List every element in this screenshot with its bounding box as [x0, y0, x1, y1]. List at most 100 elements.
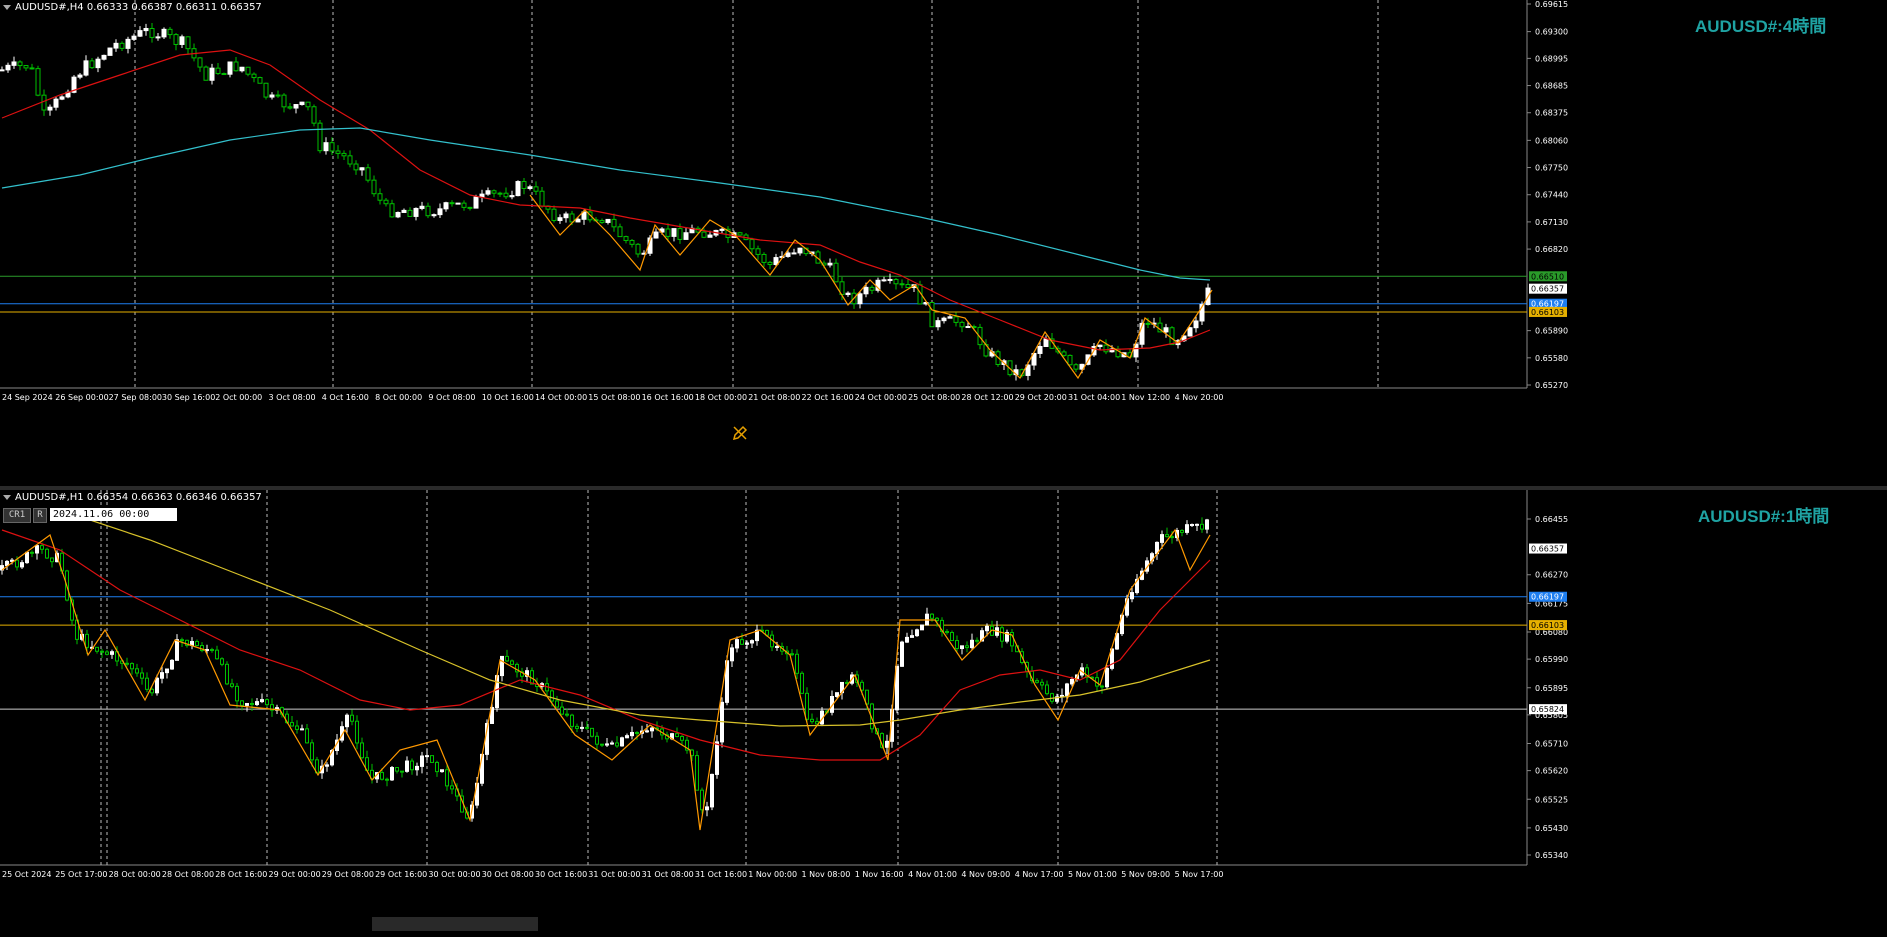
- candle-body: [665, 228, 671, 237]
- time-tick-label: 30 Oct 16:00: [535, 870, 587, 879]
- candle-body: [445, 769, 449, 787]
- price-tick-label: 0.68995: [1535, 54, 1568, 63]
- candle-body: [970, 639, 974, 649]
- candle-body: [323, 142, 329, 152]
- candle-body: [257, 77, 263, 84]
- candle-body: [915, 629, 919, 637]
- time-tick-label: 26 Sep 00:00: [55, 393, 108, 402]
- candle-body: [653, 231, 659, 239]
- h1-chart-panel[interactable]: 0.66455 0.66270 0.66175 0.66080 0.65990 0.658…: [0, 490, 1887, 937]
- candle-body: [431, 214, 437, 217]
- candle-body: [263, 82, 269, 98]
- candle-body: [635, 731, 639, 734]
- time-tick-label: 1 Nov 08:00: [802, 870, 851, 879]
- candle-body: [635, 243, 641, 255]
- candle-body: [730, 647, 734, 662]
- candle-body: [675, 733, 679, 737]
- price-tick-label: 0.65895: [1535, 684, 1568, 693]
- candle-body: [143, 27, 149, 32]
- candle-body: [135, 668, 139, 674]
- dropdown-triangle-icon[interactable]: [3, 4, 11, 10]
- candle-body: [785, 252, 791, 257]
- candle-body: [95, 646, 99, 652]
- candle-body: [225, 663, 229, 685]
- candle-body: [167, 28, 173, 36]
- candle-body: [707, 234, 713, 238]
- blue-level-box-text: 0.66197: [1531, 593, 1564, 602]
- candle-body: [359, 167, 365, 171]
- candle-body: [209, 67, 215, 81]
- time-tick-label: 25 Oct 17:00: [55, 870, 107, 879]
- candle-body: [221, 73, 227, 76]
- dropdown-triangle-icon[interactable]: [3, 494, 11, 500]
- candle-body: [1163, 327, 1169, 333]
- candle-body: [380, 772, 384, 780]
- h4-chart-panel[interactable]: 0.69615 0.69300 0.68995 0.68685 0.68375 0.680…: [0, 0, 1887, 488]
- candle-body: [293, 104, 299, 109]
- candle-body: [145, 677, 149, 690]
- candle-body: [371, 179, 377, 195]
- h1-chart-canvas[interactable]: 0.664550.662700.661750.660800.659900.658…: [0, 490, 1887, 937]
- time-tick-label: 5 Nov 09:00: [1121, 870, 1170, 879]
- candle-body: [835, 692, 839, 698]
- date-field[interactable]: 2024.11.06 00:00: [50, 508, 177, 521]
- cr1-button[interactable]: CR1: [3, 508, 31, 523]
- candle-body: [929, 302, 935, 328]
- candle-body: [341, 152, 347, 157]
- candle-body: [179, 36, 185, 45]
- candle-body: [1170, 536, 1174, 539]
- candle-body: [1180, 529, 1184, 533]
- candle-body: [1185, 524, 1189, 533]
- candle-body: [125, 662, 129, 665]
- time-tick-label: 29 Oct 16:00: [375, 870, 427, 879]
- candle-body: [450, 785, 454, 790]
- pencil-icon[interactable]: [731, 424, 749, 442]
- current-price-box-text: 0.66357: [1531, 545, 1564, 554]
- candle-body: [539, 190, 545, 207]
- candle-body: [1043, 338, 1049, 348]
- time-tick-label: 8 Oct 00:00: [375, 393, 422, 402]
- candle-body: [740, 639, 744, 645]
- price-tick-label: 0.69615: [1535, 0, 1568, 9]
- time-tick-label: 28 Oct 12:00: [961, 393, 1013, 402]
- candle-body: [500, 655, 504, 677]
- candle-body: [620, 737, 624, 747]
- candle-body: [77, 74, 83, 78]
- candle-body: [227, 61, 233, 75]
- candle-body: [775, 645, 779, 648]
- candle-body: [800, 672, 804, 694]
- candle-body: [893, 278, 899, 285]
- candle-body: [947, 316, 953, 319]
- price-tick-label: 0.67750: [1535, 164, 1568, 173]
- candle-body: [1145, 322, 1151, 325]
- candle-body: [695, 755, 699, 791]
- candle-body: [1065, 683, 1069, 696]
- candle-body: [41, 94, 47, 111]
- candle-body: [360, 742, 364, 759]
- time-tick-label: 24 Sep 2024: [2, 393, 53, 402]
- candle-body: [1061, 351, 1067, 356]
- candle-body: [985, 625, 989, 632]
- candle-body: [405, 760, 409, 772]
- candle-body: [347, 155, 353, 165]
- time-tick-label: 2 Oct 00:00: [215, 393, 262, 402]
- candle-body: [899, 283, 905, 286]
- h4-chart-canvas[interactable]: 0.69615 0.69300 0.68995 0.68685 0.68375 0.680…: [0, 0, 1887, 488]
- green-level-box-text: 0.66510: [1531, 272, 1564, 281]
- candle-body: [385, 778, 389, 781]
- candle-body: [401, 209, 407, 213]
- time-tick-label: 22 Oct 16:00: [802, 393, 854, 402]
- time-tick-label: 25 Oct 2024: [2, 870, 51, 879]
- candle-body: [560, 706, 564, 715]
- candle-body: [623, 236, 629, 241]
- candle-body: [35, 68, 41, 96]
- candle-body: [1070, 678, 1074, 685]
- candle-body: [161, 28, 167, 38]
- candle-body: [869, 286, 875, 291]
- r-button[interactable]: R: [33, 508, 47, 523]
- candle-body: [317, 122, 323, 152]
- price-tick-label: 0.65340: [1535, 851, 1568, 860]
- candle-body: [677, 228, 683, 240]
- candle-body: [1097, 344, 1103, 348]
- candle-body: [533, 186, 539, 192]
